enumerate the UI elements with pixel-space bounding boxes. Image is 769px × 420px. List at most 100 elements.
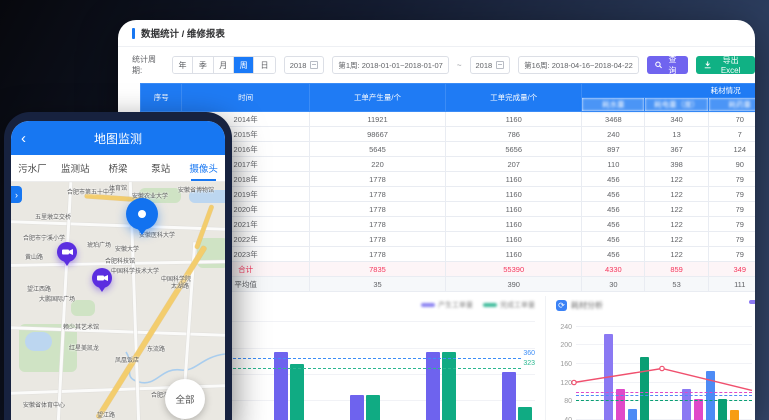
- average-line-value: 323: [523, 360, 535, 367]
- map-view[interactable]: 合肥市第五十中学体育馆安徽农业大学安徽省博物馆五里墩立交桥合肥市宁溪小学安徽医科…: [11, 182, 225, 420]
- table-cell: 390: [446, 277, 582, 292]
- table-row: 52018年177811604561227967: [141, 172, 756, 187]
- legend-marker: [749, 300, 755, 304]
- period-segment-周[interactable]: 周: [234, 57, 254, 73]
- table-cell: 90: [708, 157, 755, 172]
- table-cell: 5656: [446, 142, 582, 157]
- map-poi-label: 安徽省博物馆: [178, 185, 214, 194]
- map-poi-label: 赖少其艺术馆: [63, 322, 99, 331]
- table-cell: 859: [645, 262, 708, 277]
- table-cell: 367: [645, 142, 708, 157]
- map-poi-label: 红星美凯龙: [69, 343, 99, 352]
- tab-桥梁[interactable]: 桥梁: [97, 155, 140, 181]
- average-line-value: 360: [523, 350, 535, 357]
- tab-污水厂[interactable]: 污水厂: [11, 155, 54, 181]
- table-cell: 79: [708, 217, 755, 232]
- table-cell: 7835: [309, 262, 445, 277]
- table-cell: 122: [645, 247, 708, 262]
- map-poi-label: 合肥科技馆: [105, 256, 135, 265]
- table-cell: 111: [708, 277, 755, 292]
- end-week-select[interactable]: 第16周: 2018-04-16~2018-04-22: [518, 56, 639, 74]
- phone-app-header: ‹ 地图监测: [11, 121, 225, 155]
- table-row: 102023年177811604561227967: [141, 247, 756, 262]
- bar-产生工单量-5: [502, 372, 516, 420]
- map-poi-label: 琥珀广场: [87, 240, 111, 249]
- bar-完成工单量-2: [290, 364, 304, 420]
- show-all-button[interactable]: 全部: [165, 379, 205, 419]
- table-cell: 55390: [446, 262, 582, 277]
- legend-marker: [483, 303, 497, 307]
- table-cell: 5645: [309, 142, 445, 157]
- export-excel-button[interactable]: 导出Excel: [696, 56, 755, 74]
- tab-监测站[interactable]: 监测站: [54, 155, 97, 181]
- period-segment-年[interactable]: 年: [173, 57, 193, 73]
- table-cell: 240: [582, 127, 645, 142]
- camera-marker[interactable]: [57, 242, 77, 268]
- table-cell: 110: [582, 157, 645, 172]
- query-button[interactable]: 查询: [647, 56, 688, 74]
- map-poi-label: 凤凰饭店: [115, 355, 139, 364]
- table-cell: 1778: [309, 187, 445, 202]
- subheader-cell: 耗水量: [582, 98, 645, 112]
- table-cell: 4330: [582, 262, 645, 277]
- back-arrow-icon[interactable]: ‹: [21, 131, 26, 146]
- table-cell: 1160: [446, 217, 582, 232]
- period-segment-日[interactable]: 日: [254, 57, 274, 73]
- table-cell: 456: [582, 247, 645, 262]
- table-cell: 122: [645, 217, 708, 232]
- table-cell: 11921: [309, 112, 445, 127]
- map-poi-label: 黄山路: [25, 252, 43, 261]
- col-header-consumables-group: 耗材情况: [582, 84, 755, 98]
- legend-item-产生工单量[interactable]: 产生工单量: [421, 300, 473, 310]
- camera-marker[interactable]: [92, 268, 112, 294]
- workorder-chart-legend: 产生工单量完成工单量: [421, 300, 535, 310]
- table-cell: 456: [582, 187, 645, 202]
- legend-item-完成工单量[interactable]: 完成工单量: [483, 300, 535, 310]
- map-poi-label: 望江路: [97, 410, 115, 419]
- selected-camera-marker[interactable]: [126, 198, 158, 230]
- table-cell: 79: [708, 202, 755, 217]
- table-cell: 79: [708, 172, 755, 187]
- bar-产生工单量-3: [350, 395, 364, 420]
- trend-line: [576, 321, 752, 420]
- map-poi-label: 太湖路: [171, 281, 189, 290]
- start-year-select[interactable]: 2018: [284, 56, 325, 74]
- period-segment-季[interactable]: 季: [193, 57, 213, 73]
- table-cell: 1778: [309, 232, 445, 247]
- start-week-select[interactable]: 第1周: 2018-01-01~2018-01-07: [332, 56, 448, 74]
- table-cell: 1160: [446, 247, 582, 262]
- phone-screen: ‹ 地图监测 污水厂监测站桥梁泵站摄像头 合肥市第五十中学: [11, 121, 225, 420]
- table-cell: 1160: [446, 112, 582, 127]
- consumable-chart-legend[interactable]: [749, 300, 755, 304]
- table-row: 42017年2202071103989019: [141, 157, 756, 172]
- map-poi-label: 五里墩立交桥: [35, 212, 71, 221]
- table-cell: 220: [309, 157, 445, 172]
- breadcrumb: 数据统计 / 维修报表: [141, 26, 225, 40]
- consumable-plot: 4080120160200240: [576, 321, 752, 420]
- consumable-chart-panel: ⟳ 耗材分析 4080120160200240: [545, 296, 755, 420]
- tab-泵站[interactable]: 泵站: [139, 155, 182, 181]
- filter-toolbar: 统计周期: 年季月周日 2018 第1周: 2018-01-01~2018-01…: [118, 47, 755, 83]
- table-cell: 122: [645, 187, 708, 202]
- table-cell: 349: [708, 262, 755, 277]
- map-poi-label: 体育馆: [109, 183, 127, 192]
- table-cell: 3468: [582, 112, 645, 127]
- map-panel-expander[interactable]: ›: [11, 186, 22, 203]
- legend-marker: [421, 303, 435, 307]
- y-axis-tick: 240: [560, 324, 572, 331]
- table-cell: 35: [309, 277, 445, 292]
- y-axis-tick: 120: [560, 380, 572, 387]
- table-cell: 897: [582, 142, 645, 157]
- bar-完成工单量-5: [518, 407, 532, 420]
- table-row: 12014年119211160346834070250: [141, 112, 756, 127]
- map-poi-label: 东流路: [147, 344, 165, 353]
- table-cell: 1160: [446, 187, 582, 202]
- end-year-select[interactable]: 2018: [470, 56, 511, 74]
- table-cell: 1160: [446, 202, 582, 217]
- table-cell: 207: [446, 157, 582, 172]
- tab-摄像头[interactable]: 摄像头: [182, 155, 225, 181]
- dashboard-header: 数据统计 / 维修报表: [118, 20, 755, 47]
- table-cell: 53: [645, 277, 708, 292]
- period-segment-月[interactable]: 月: [214, 57, 234, 73]
- table-row: 72020年177811604561227967: [141, 202, 756, 217]
